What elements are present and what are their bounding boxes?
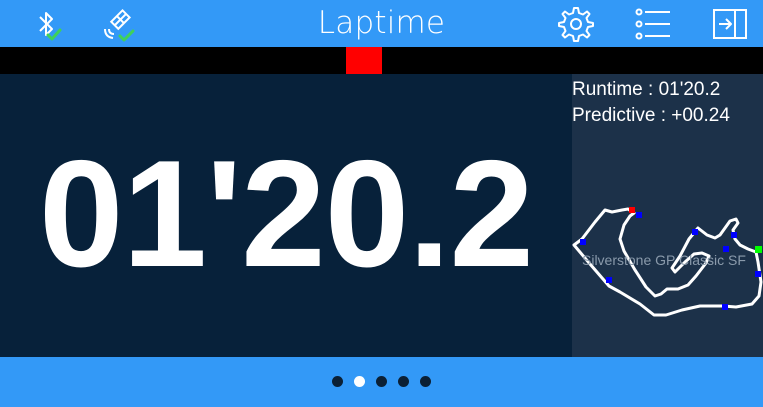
page-dot[interactable] [354,376,365,387]
top-bar: Laptime [0,0,763,47]
list-icon[interactable] [634,5,672,43]
info-panel: Runtime : 01'20.2 Predictive : +00.24 Si… [572,74,763,357]
runtime-value: 01'20.2 [658,79,721,100]
predictive-row: Predictive : +00.24 [572,104,730,128]
predictive-label: Predictive : [572,105,672,126]
laptime-display: 01'20.2 [38,129,534,299]
sector-marker [722,304,728,310]
sector-marker [606,277,612,283]
runtime-row: Runtime : 01'20.2 [572,78,720,102]
page-dot[interactable] [332,376,343,387]
exit-icon[interactable] [711,5,749,43]
page-dot[interactable] [376,376,387,387]
runtime-label: Runtime : [572,79,659,100]
sector-marker [636,212,642,218]
laptime-panel: 01'20.2 [0,74,572,357]
bottom-bar [0,357,763,407]
sector-marker [692,229,698,235]
sector-marker [755,271,761,277]
page-dot[interactable] [420,376,431,387]
delta-marker [346,47,382,74]
sector-marker [731,232,737,238]
sector-marker [580,239,586,245]
page-dot[interactable] [398,376,409,387]
page-indicator[interactable] [0,376,763,388]
delta-strip [0,47,763,74]
predictive-value: +00.24 [671,105,730,126]
track-name: Silverstone GP Classic SF [582,252,746,268]
start-marker [629,207,635,213]
gear-icon[interactable] [557,5,595,43]
